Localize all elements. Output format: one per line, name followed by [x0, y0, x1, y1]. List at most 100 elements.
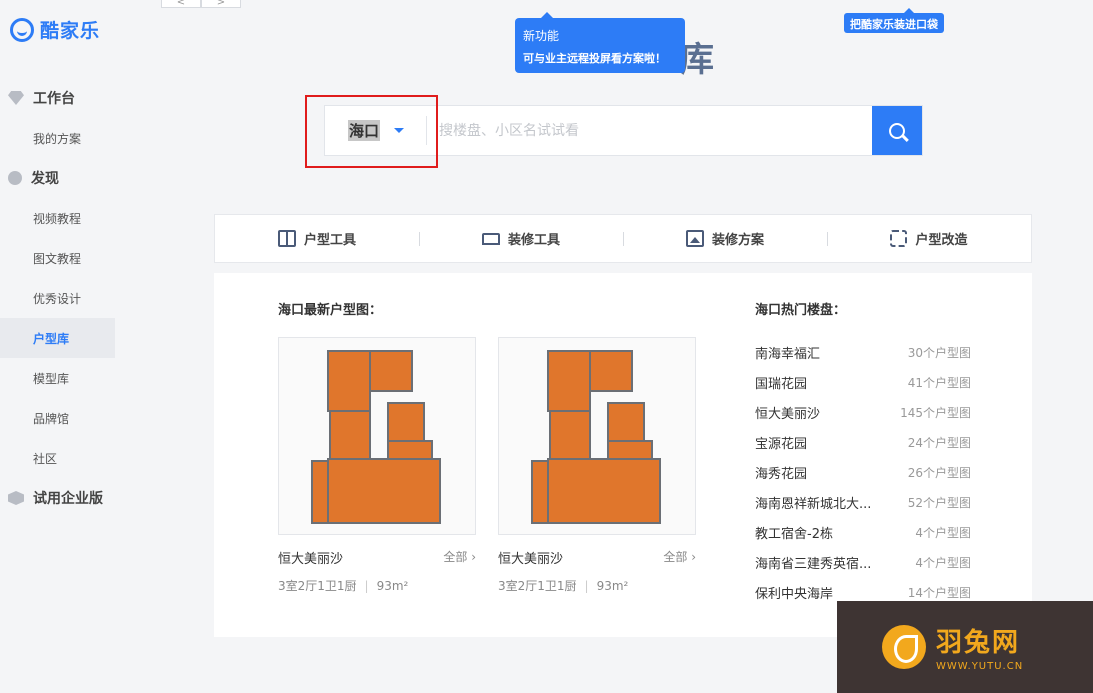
picture-icon: [685, 230, 704, 247]
watermark-name: 羽兔网: [936, 628, 1021, 658]
latest-floorplans-title: 海口最新户型图：: [278, 303, 383, 318]
floorplan-card[interactable]: 恒大美丽沙 全部 › 3室2厅1卫1厨 | 93m²: [278, 337, 476, 594]
search-icon: [889, 122, 905, 139]
floorplan-thumbnail[interactable]: [498, 337, 696, 535]
search-input[interactable]: [427, 106, 872, 155]
sidebar-group-enterprise-trial[interactable]: 试用企业版: [0, 478, 115, 518]
property-name: 教工宿舍-2栋: [755, 526, 833, 542]
sidebar-item-community[interactable]: 社区: [0, 438, 115, 478]
sidebar-item-excellent-design[interactable]: 优秀设计: [0, 278, 115, 318]
sidebar: 酷家乐 工作台 我的方案 发现 视频教程 图文教程 优秀设计 户型库 模型库 品…: [0, 0, 123, 693]
logo-icon: [10, 17, 34, 42]
card-all-link[interactable]: 全部 ›: [663, 548, 696, 567]
logo[interactable]: 酷家乐: [10, 16, 100, 43]
watermark-url: WWW.YUTU.CN: [936, 661, 1024, 672]
all-label: 全部: [443, 550, 468, 564]
property-count: 52个户型图: [907, 495, 971, 510]
property-count: 41个户型图: [907, 375, 971, 390]
sidebar-group-label: 发现: [31, 171, 59, 187]
floorplan-room: [549, 410, 591, 460]
sidebar-item-my-plans[interactable]: 我的方案: [0, 118, 115, 158]
list-item[interactable]: 恒大美丽沙 145个户型图: [755, 397, 971, 427]
forward-button[interactable]: >: [201, 0, 241, 8]
card-header: 恒大美丽沙 全部 ›: [498, 548, 696, 567]
property-name: 南海幸福汇: [755, 346, 821, 362]
card-all-link[interactable]: 全部 ›: [443, 548, 476, 567]
history-nav: < >: [161, 0, 241, 8]
property-name: 保利中央海岸: [755, 586, 834, 602]
hot-properties-title: 海口热门楼盘：: [755, 303, 847, 318]
tooltip-title: 新功能: [523, 29, 560, 43]
sidebar-item-text-tutorials[interactable]: 图文教程: [0, 238, 115, 278]
diamond-icon: [8, 91, 24, 105]
all-label: 全部: [663, 550, 688, 564]
card-header: 恒大美丽沙 全部 ›: [278, 548, 476, 567]
sidebar-group-label: 工作台: [33, 91, 75, 107]
floorplan-room: [531, 460, 549, 524]
cube-icon: [8, 491, 24, 505]
list-item[interactable]: 海秀花园 26个户型图: [755, 457, 971, 487]
list-item[interactable]: 海南省三建秀英宿... 4个户型图: [755, 547, 971, 577]
watermark: 羽兔网 WWW.YUTU.CN: [837, 601, 1093, 693]
city-selector[interactable]: 海口: [325, 116, 427, 145]
planet-icon: [8, 171, 22, 185]
floorplan-room: [369, 350, 413, 392]
sidebar-group-workbench[interactable]: 工作台: [0, 78, 115, 118]
tool-floorplan-renovation[interactable]: 户型改造: [827, 229, 1031, 248]
hot-properties-list: 南海幸福汇 30个户型图 国瑞花园 41个户型图 恒大美丽沙 145个户型图 宝源花园…: [755, 337, 971, 607]
wrench-icon: [890, 230, 908, 247]
tool-label: 户型工具: [303, 233, 356, 248]
caret-down-icon: [394, 128, 405, 133]
top-bar: < >: [123, 0, 1093, 10]
property-name: 宝源花园: [755, 436, 808, 452]
back-button[interactable]: <: [161, 0, 201, 8]
sidebar-item-brand-hall[interactable]: 品牌馆: [0, 398, 115, 438]
list-item[interactable]: 海南恩祥新城北大... 52个户型图: [755, 487, 971, 517]
logo-text: 酷家乐: [40, 20, 101, 42]
sidebar-item-model-library[interactable]: 模型库: [0, 358, 115, 398]
tool-label: 装修方案: [711, 233, 764, 248]
card-info: 3室2厅1卫1厨 | 93m²: [498, 577, 696, 594]
property-name: 海南恩祥新城北大...: [755, 496, 872, 512]
card-title: 恒大美丽沙: [278, 552, 344, 567]
tools-bar: 户型工具 装修工具 装修方案 户型改造: [214, 214, 1032, 263]
list-item[interactable]: 国瑞花园 41个户型图: [755, 367, 971, 397]
search-button[interactable]: [872, 106, 922, 155]
tool-decoration-plans[interactable]: 装修方案: [623, 229, 827, 248]
property-count: 4个户型图: [915, 525, 971, 540]
tooltip-desc: 可与业主远程投屏看方案啦！: [523, 52, 666, 65]
divider: |: [584, 579, 589, 593]
property-name: 海南省三建秀英宿...: [755, 556, 872, 572]
property-name: 海秀花园: [755, 466, 808, 482]
list-item[interactable]: 南海幸福汇 30个户型图: [755, 337, 971, 367]
floorplan-room: [327, 350, 371, 412]
sidebar-item-floorplan-library[interactable]: 户型库: [0, 318, 115, 358]
tool-label: 户型改造: [915, 233, 968, 248]
property-name: 国瑞花园: [755, 376, 808, 392]
floorplan-room: [387, 402, 425, 442]
floorplan-card[interactable]: 恒大美丽沙 全部 › 3室2厅1卫1厨 | 93m²: [498, 337, 696, 594]
property-count: 24个户型图: [907, 435, 971, 450]
floorplan-room: [607, 402, 645, 442]
sidebar-item-video-tutorials[interactable]: 视频教程: [0, 198, 115, 238]
tool-label: 装修工具: [507, 233, 560, 248]
card-area: 93m²: [596, 579, 629, 593]
content-panel: 海口最新户型图： 恒大美丽沙 全部 › 3室2厅1卫1厨 | 93m² 恒大美丽…: [214, 273, 1032, 637]
list-item[interactable]: 教工宿舍-2栋 4个户型图: [755, 517, 971, 547]
list-item[interactable]: 宝源花园 24个户型图: [755, 427, 971, 457]
floorplan-room: [547, 350, 591, 412]
rabbit-logo-icon: [882, 625, 926, 669]
sidebar-nav: 工作台 我的方案 发现 视频教程 图文教程 优秀设计 户型库 模型库 品牌馆 社…: [0, 78, 115, 518]
card-area: 93m²: [376, 579, 409, 593]
tool-floorplan[interactable]: 户型工具: [215, 229, 419, 248]
sidebar-group-discover[interactable]: 发现: [0, 158, 115, 198]
property-count: 30个户型图: [907, 345, 971, 360]
mobile-app-tooltip[interactable]: 把酷家乐装进口袋: [844, 8, 944, 33]
card-info: 3室2厅1卫1厨 | 93m²: [278, 577, 476, 594]
card-rooms: 3室2厅1卫1厨: [278, 579, 357, 593]
floorplan-room: [547, 458, 661, 524]
new-feature-tooltip[interactable]: 新功能 可与业主远程投屏看方案啦！: [515, 12, 685, 73]
search-bar: 海口: [324, 105, 923, 156]
tool-decoration[interactable]: 装修工具: [419, 229, 623, 248]
floorplan-thumbnail[interactable]: [278, 337, 476, 535]
